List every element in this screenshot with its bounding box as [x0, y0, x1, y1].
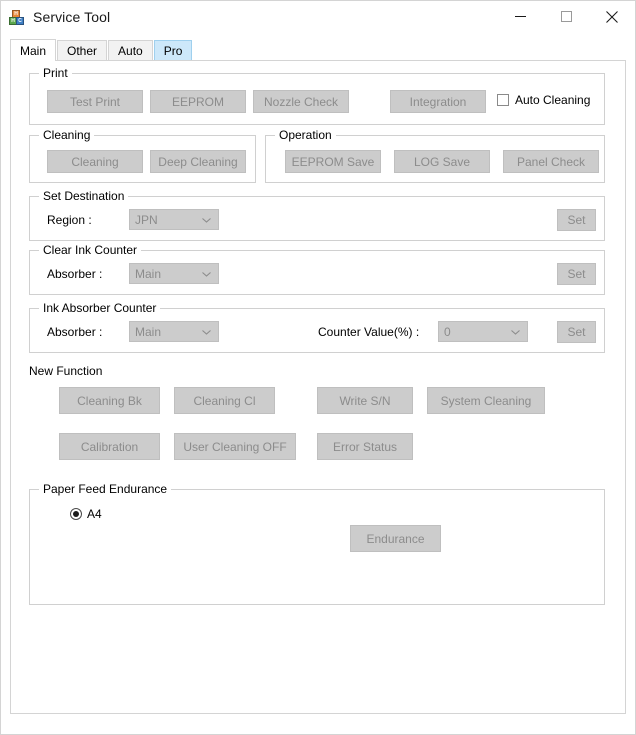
error-status-label: Error Status: [332, 439, 398, 454]
ink-absorber-counter-set-button[interactable]: Set: [557, 321, 596, 343]
auto-cleaning-checkbox[interactable]: [497, 94, 509, 106]
cleaning-label: Cleaning: [71, 154, 119, 169]
tab-pro-label: Pro: [163, 44, 183, 58]
integration-label: Integration: [409, 94, 467, 109]
cleaning-bk-button[interactable]: Cleaning Bk: [59, 387, 160, 414]
integration-button[interactable]: Integration: [390, 90, 486, 113]
tab-other[interactable]: Other: [57, 40, 108, 61]
clear-ink-absorber-value: Main: [135, 266, 162, 281]
counter-value-value: 0: [444, 324, 451, 339]
user-cleaning-off-label: User Cleaning OFF: [183, 439, 287, 454]
chevron-down-icon: [202, 329, 211, 335]
panel-check-label: Panel Check: [516, 154, 586, 169]
user-cleaning-off-button[interactable]: User Cleaning OFF: [174, 433, 296, 460]
new-function-title: New Function: [29, 364, 103, 378]
endurance-button[interactable]: Endurance: [350, 525, 441, 552]
calibration-label: Calibration: [80, 439, 139, 454]
region-value: JPN: [135, 212, 158, 227]
write-sn-label: Write S/N: [339, 393, 391, 408]
endurance-label: Endurance: [366, 531, 425, 546]
ink-absorber-label: Absorber :: [47, 325, 103, 339]
clear-ink-absorber-select[interactable]: Main: [129, 263, 219, 284]
cleaning-cl-label: Cleaning Cl: [193, 393, 256, 408]
paper-size-a4-label: A4: [87, 507, 102, 521]
clear-ink-counter-set-label: Set: [567, 267, 586, 281]
cleaning-button[interactable]: Cleaning: [47, 150, 143, 173]
ink-absorber-select[interactable]: Main: [129, 321, 219, 342]
calibration-button[interactable]: Calibration: [59, 433, 160, 460]
close-icon: [606, 10, 618, 23]
region-label: Region :: [47, 213, 92, 227]
window-controls: [497, 1, 635, 32]
deep-cleaning-button[interactable]: Deep Cleaning: [150, 150, 246, 173]
group-paper-feed-endurance-title: Paper Feed Endurance: [39, 482, 172, 496]
group-cleaning-title: Cleaning: [39, 128, 95, 142]
counter-value-label: Counter Value(%) :: [318, 325, 420, 339]
tab-auto-label: Auto: [118, 44, 143, 58]
tab-other-label: Other: [67, 44, 98, 58]
tab-panel-main: Print Test Print EEPROM Nozzle Check Int…: [10, 60, 626, 714]
clear-ink-counter-set-button[interactable]: Set: [557, 263, 596, 285]
tab-main-label: Main: [20, 43, 47, 58]
eeprom-label: EEPROM: [171, 94, 224, 109]
ink-absorber-counter-set-label: Set: [567, 325, 586, 339]
paper-size-a4-radio[interactable]: [70, 508, 82, 520]
window-title: Service Tool: [33, 8, 111, 25]
chevron-down-icon: [202, 217, 211, 223]
error-status-button[interactable]: Error Status: [317, 433, 413, 460]
ink-absorber-value: Main: [135, 324, 162, 339]
toy-blocks-icon: H H C: [8, 9, 24, 25]
eeprom-button[interactable]: EEPROM: [150, 90, 246, 113]
paper-size-a4-radio-row[interactable]: A4: [70, 507, 102, 521]
tab-auto[interactable]: Auto: [108, 40, 153, 61]
eeprom-save-button[interactable]: EEPROM Save: [285, 150, 381, 173]
clear-ink-absorber-label: Absorber :: [47, 267, 103, 281]
cleaning-bk-label: Cleaning Bk: [77, 393, 142, 408]
nozzle-check-button[interactable]: Nozzle Check: [253, 90, 349, 113]
log-save-label: LOG Save: [413, 154, 471, 169]
minimize-icon: [514, 16, 526, 17]
close-button[interactable]: [589, 1, 635, 32]
tab-strip: Main Other Auto Pro: [10, 39, 626, 61]
deep-cleaning-label: Deep Cleaning: [158, 154, 238, 169]
tab-pro[interactable]: Pro: [153, 40, 193, 61]
auto-cleaning-checkbox-row[interactable]: Auto Cleaning: [497, 93, 590, 107]
title-bar: H H C Service Tool: [1, 1, 635, 32]
group-clear-ink-counter: Clear Ink Counter: [29, 243, 605, 295]
write-sn-button[interactable]: Write S/N: [317, 387, 413, 414]
system-cleaning-label: System Cleaning: [440, 393, 532, 408]
chevron-down-icon: [511, 329, 520, 335]
eeprom-save-label: EEPROM Save: [291, 154, 375, 169]
service-tool-window: H H C Service Tool Main Other Auto Pro P…: [0, 0, 636, 735]
counter-value-select[interactable]: 0: [438, 321, 528, 342]
auto-cleaning-label: Auto Cleaning: [515, 93, 591, 107]
maximize-button[interactable]: [543, 1, 589, 32]
system-cleaning-button[interactable]: System Cleaning: [427, 387, 545, 414]
group-clear-ink-counter-title: Clear Ink Counter: [39, 243, 142, 257]
set-destination-set-button[interactable]: Set: [557, 209, 596, 231]
test-print-button[interactable]: Test Print: [47, 90, 143, 113]
chevron-down-icon: [202, 271, 211, 277]
set-destination-set-label: Set: [567, 213, 586, 227]
group-operation-title: Operation: [275, 128, 336, 142]
group-set-destination: Set Destination: [29, 189, 605, 241]
block-blue: C: [16, 16, 24, 25]
cleaning-cl-button[interactable]: Cleaning Cl: [174, 387, 275, 414]
minimize-button[interactable]: [497, 1, 543, 32]
group-set-destination-title: Set Destination: [39, 189, 129, 203]
group-print-title: Print: [39, 66, 72, 80]
maximize-icon: [560, 11, 572, 22]
group-paper-feed-endurance: Paper Feed Endurance: [29, 482, 605, 605]
nozzle-check-label: Nozzle Check: [263, 94, 339, 109]
region-select[interactable]: JPN: [129, 209, 219, 230]
panel-check-button[interactable]: Panel Check: [503, 150, 599, 173]
log-save-button[interactable]: LOG Save: [394, 150, 490, 173]
group-ink-absorber-counter-title: Ink Absorber Counter: [39, 301, 161, 315]
tab-main[interactable]: Main: [10, 39, 57, 61]
test-print-label: Test Print: [69, 94, 120, 109]
